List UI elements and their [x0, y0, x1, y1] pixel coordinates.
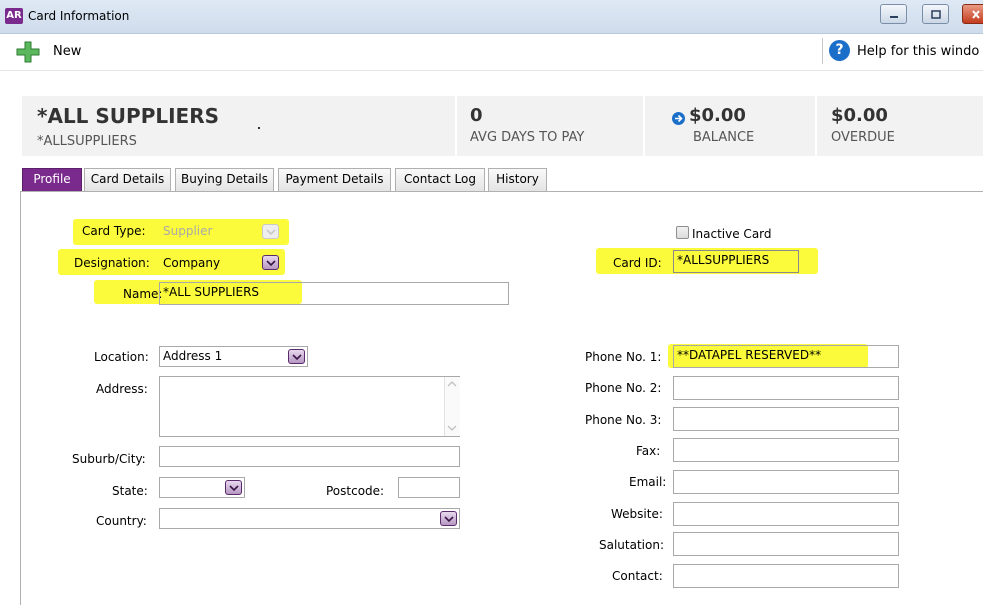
designation-value: Company [163, 256, 221, 270]
help-icon[interactable]: ? [829, 40, 850, 61]
close-button[interactable] [962, 4, 983, 24]
inactive-card-checkbox[interactable] [676, 226, 689, 239]
fax-input[interactable] [673, 438, 899, 462]
address-scrollbar[interactable] [444, 377, 460, 436]
window-title: Card Information [28, 9, 130, 23]
avg-days-label: AVG DAYS TO PAY [470, 130, 585, 145]
tab-contact-log[interactable]: Contact Log [395, 168, 485, 191]
tab-history[interactable]: History [488, 168, 547, 191]
close-icon [972, 10, 980, 19]
fax-label: Fax: [636, 444, 661, 458]
avg-days-value: 0 [470, 105, 483, 126]
address-textarea[interactable] [159, 376, 460, 437]
summary-divider [455, 96, 457, 156]
summary-divider [643, 96, 645, 156]
minimize-icon [890, 16, 898, 18]
tab-profile[interactable]: Profile [22, 168, 82, 191]
scroll-up-icon[interactable] [447, 380, 457, 388]
phone3-label: Phone No. 3: [585, 413, 662, 427]
postcode-label: Postcode: [326, 484, 385, 498]
country-label: Country: [96, 514, 147, 528]
designation-label: Designation: [74, 256, 150, 270]
phone2-label: Phone No. 2: [585, 381, 662, 395]
email-input[interactable] [673, 470, 899, 494]
card-type-label: Card Type: [82, 224, 146, 238]
postcode-input[interactable] [398, 477, 460, 498]
dot-mark [258, 127, 260, 129]
website-label: Website: [611, 507, 663, 521]
card-id-label: Card ID: [613, 256, 662, 270]
summary-divider [815, 96, 817, 156]
scroll-down-icon[interactable] [447, 424, 457, 432]
chevron-down-icon [288, 349, 305, 364]
state-label: State: [112, 484, 148, 498]
chevron-down-icon [440, 511, 457, 526]
card-id-subheading: *ALLSUPPLIERS [37, 134, 137, 149]
new-button[interactable]: New [53, 44, 81, 59]
card-type-select[interactable]: Supplier [159, 221, 283, 242]
help-button[interactable]: Help for this windo [857, 44, 979, 59]
salutation-input[interactable] [673, 532, 899, 556]
suburb-label: Suburb/City: [72, 452, 146, 466]
name-label: Name: [123, 287, 163, 301]
phone3-input[interactable] [673, 407, 899, 431]
chevron-down-icon [225, 480, 242, 495]
arrow-right-icon[interactable] [672, 112, 685, 125]
chevron-down-icon [262, 224, 279, 239]
address-label: Address: [96, 382, 148, 396]
phone2-input[interactable] [673, 376, 899, 400]
maximize-icon [931, 10, 941, 19]
name-input[interactable]: *ALL SUPPLIERS [159, 282, 509, 305]
tab-payment-details[interactable]: Payment Details [278, 168, 391, 191]
inactive-card-label: Inactive Card [692, 227, 772, 241]
chevron-down-icon [262, 255, 279, 270]
suburb-input[interactable] [159, 446, 460, 467]
salutation-label: Salutation: [599, 538, 664, 552]
overdue-label: OVERDUE [831, 130, 895, 145]
card-name-heading: *ALL SUPPLIERS [37, 104, 220, 128]
plus-icon[interactable] [14, 40, 42, 64]
phone1-label: Phone No. 1: [585, 350, 662, 364]
app-logo: AR [5, 8, 23, 24]
card-type-value: Supplier [163, 224, 213, 238]
title-bar [0, 0, 983, 34]
phone1-input[interactable]: **DATAPEL RESERVED** [673, 345, 899, 368]
balance-label: BALANCE [693, 130, 755, 145]
toolbar-divider [822, 38, 823, 64]
card-id-input[interactable]: *ALLSUPPLIERS [673, 250, 799, 273]
location-value: Address 1 [163, 349, 223, 363]
email-label: Email: [629, 475, 667, 489]
contact-input[interactable] [673, 564, 899, 588]
maximize-button[interactable] [922, 4, 949, 24]
contact-label: Contact: [612, 569, 663, 583]
tab-buying-details[interactable]: Buying Details [175, 168, 274, 191]
country-select[interactable] [159, 508, 460, 529]
overdue-value: $0.00 [831, 105, 888, 126]
location-label: Location: [94, 350, 149, 364]
tab-card-details[interactable]: Card Details [84, 168, 171, 191]
location-select[interactable]: Address 1 [159, 346, 308, 367]
state-select[interactable] [159, 477, 245, 498]
balance-value: $0.00 [689, 105, 746, 126]
minimize-button[interactable] [880, 4, 907, 24]
designation-select[interactable]: Company [159, 251, 283, 273]
website-input[interactable] [673, 502, 899, 526]
